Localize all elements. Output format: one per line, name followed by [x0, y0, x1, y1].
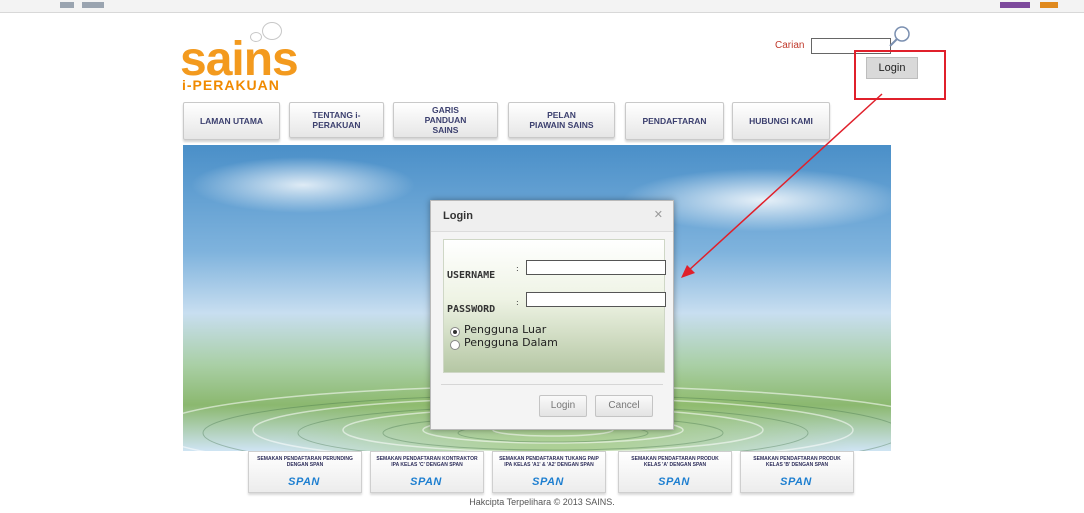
span-link-text: SEMAKAN PENDAFTARAN KONTRAKTOR IPA KELAS… [376, 456, 478, 468]
nav-item-pendaftaran[interactable]: PENDAFTARAN [625, 102, 724, 140]
password-field[interactable] [526, 292, 666, 307]
toolbar-mark [60, 2, 74, 8]
span-logo: SPAN [658, 476, 690, 488]
browser-toolbar-strip [0, 0, 1084, 13]
login-dialog: Login ✕ USERNAME : PASSWORD : Pengguna L… [430, 200, 674, 430]
span-link-text: SEMAKAN PENDAFTARAN TUKANG PAIP IPA KELA… [499, 456, 599, 468]
span-logo: SPAN [410, 476, 442, 488]
close-icon[interactable]: ✕ [654, 208, 663, 221]
search-icon[interactable] [888, 25, 912, 49]
radio-label-pengguna-dalam: Pengguna Dalam [464, 336, 558, 349]
span-logo: SPAN [288, 476, 320, 488]
span-link-kontraktor[interactable]: SEMAKAN PENDAFTARAN KONTRAKTOR IPA KELAS… [370, 451, 484, 493]
span-link-perunding[interactable]: SEMAKAN PENDAFTARAN PERUNDING DENGAN SPA… [248, 451, 362, 493]
span-logo: SPAN [780, 476, 812, 488]
password-label: PASSWORD [447, 304, 496, 315]
annotation-highlight-box [854, 50, 946, 100]
nav-item-laman-utama[interactable]: LAMAN UTAMA [183, 102, 280, 140]
cancel-button[interactable]: Cancel [595, 395, 653, 417]
dialog-titlebar: Login ✕ [431, 201, 673, 232]
radio-label-pengguna-luar: Pengguna Luar [464, 323, 547, 336]
nav-item-tentang[interactable]: TENTANG i-PERAKUAN [289, 102, 384, 138]
span-link-tukang-paip[interactable]: SEMAKAN PENDAFTARAN TUKANG PAIP IPA KELA… [492, 451, 606, 493]
username-colon: : [516, 264, 519, 273]
nav-item-pelan-piawain[interactable]: PELAN PIAWAIN SAINS [508, 102, 615, 138]
toolbar-mark [1000, 2, 1030, 8]
toolbar-mark [82, 2, 104, 8]
dialog-title: Login [443, 210, 473, 222]
dialog-divider [441, 384, 663, 385]
login-form: USERNAME : PASSWORD : Pengguna Luar Peng… [443, 239, 666, 373]
username-field[interactable] [526, 260, 666, 275]
toolbar-mark [1040, 2, 1058, 8]
logo-subtitle: i-PERAKUAN [182, 77, 280, 93]
footer-copyright: Hakcipta Terpelihara © 2013 SAINS. [469, 497, 615, 507]
span-link-text: SEMAKAN PENDAFTARAN PRODUK KELAS 'A' DEN… [631, 456, 719, 468]
nav-item-hubungi-kami[interactable]: HUBUNGI KAMI [732, 102, 830, 140]
nav-item-garis-panduan[interactable]: GARIS PANDUAN SAINS [393, 102, 498, 138]
password-colon: : [516, 298, 519, 307]
username-label: USERNAME [447, 270, 496, 281]
radio-pengguna-luar[interactable] [450, 327, 460, 337]
span-link-text: SEMAKAN PENDAFTARAN PRODUK KELAS 'B' DEN… [753, 456, 841, 468]
span-link-produk-b[interactable]: SEMAKAN PENDAFTARAN PRODUK KELAS 'B' DEN… [740, 451, 854, 493]
site-logo[interactable]: sains i-PERAKUAN [180, 22, 340, 93]
span-link-produk-a[interactable]: SEMAKAN PENDAFTARAN PRODUK KELAS 'A' DEN… [618, 451, 732, 493]
radio-pengguna-dalam[interactable] [450, 340, 460, 350]
span-logo: SPAN [532, 476, 564, 488]
login-button[interactable]: Login [539, 395, 587, 417]
search-label: Carian [775, 40, 805, 51]
span-link-text: SEMAKAN PENDAFTARAN PERUNDING DENGAN SPA… [257, 456, 353, 468]
